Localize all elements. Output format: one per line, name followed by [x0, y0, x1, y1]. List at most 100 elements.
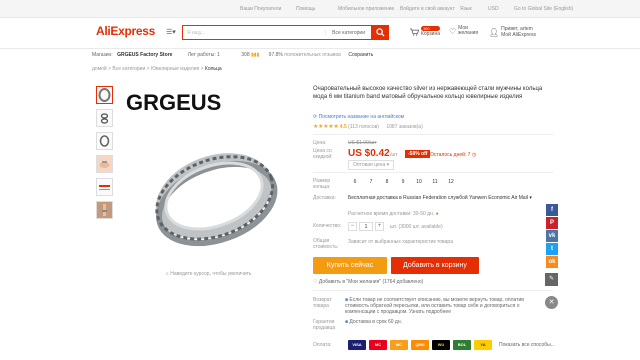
topbar-link[interactable]: Помощь [296, 6, 315, 12]
rating-value: 4.5 [339, 124, 347, 130]
payment-methods: Оплата: VISA MC MC QIWI WU BOL YA Показа… [313, 340, 555, 350]
thumbnail-list [96, 86, 113, 224]
store-name[interactable]: GRGEUS Factory Store [117, 52, 172, 58]
size-selector: 6 7 8 9 10 11 12 [348, 178, 458, 187]
store-feedback-label: положительных отзывов [284, 52, 341, 58]
size-option[interactable]: 11 [428, 178, 442, 187]
search-category-select[interactable]: Все категории [325, 30, 365, 36]
mastercard-icon: MC [369, 340, 387, 350]
yandex-icon: YA [474, 340, 492, 350]
size-option[interactable]: 7 [364, 178, 378, 187]
breadcrumb-item[interactable]: домой [92, 66, 107, 72]
price-label: Цена: [313, 140, 327, 146]
facebook-icon[interactable]: f [546, 204, 558, 216]
breadcrumb-item[interactable]: Кольца [205, 66, 222, 72]
size-option[interactable]: 10 [412, 178, 426, 187]
search-button[interactable] [371, 25, 389, 40]
add-to-wishlist-link[interactable]: ♡ Добавить в "Мои желания" (1764 добавле… [313, 279, 423, 285]
buyer-protection: Возврат товара ■ Если товар не соответст… [313, 297, 533, 334]
thumbnail[interactable] [96, 109, 113, 127]
divider [313, 134, 553, 135]
divider [313, 290, 553, 291]
product-title: Очаровательный высокое качество silver и… [313, 86, 543, 100]
shipping-label: Доставка: [313, 195, 336, 201]
delivery-time: Расчетное время доставки: 30-50 дн. ● [348, 211, 439, 217]
edit-icon[interactable]: ✎ [545, 273, 558, 286]
thumbnail[interactable] [96, 155, 113, 173]
divider [313, 172, 553, 173]
twitter-icon[interactable]: t [546, 243, 558, 255]
pinterest-icon[interactable]: P [546, 217, 558, 229]
wishlist-button[interactable]: ♡ Мои желания [449, 26, 479, 36]
buy-now-button[interactable]: Купить сейчас [313, 257, 387, 274]
thumbnail[interactable] [96, 201, 113, 219]
product-image[interactable]: GRGEUS [122, 86, 302, 266]
cart-label: Корзина [420, 31, 440, 37]
heart-icon: ♡ [449, 26, 457, 36]
discount-badge: -58% off [405, 150, 431, 158]
size-label: Размер кольца: [313, 178, 331, 190]
topbar-link[interactable]: Язык [460, 6, 472, 12]
visa-icon: VISA [348, 340, 366, 350]
current-price: US $0.42 [348, 148, 390, 159]
header-divider [0, 48, 640, 49]
zoom-hint: ⌕ Наведите курсор, чтобы увеличить [166, 271, 252, 277]
size-option[interactable]: 6 [348, 178, 362, 187]
user-icon: 👤︎ [489, 27, 500, 37]
store-feedback: 97.8% [268, 52, 283, 58]
quantity-input[interactable]: 1 [359, 222, 373, 231]
quantity-available: шт. (3000 шт. available) [390, 223, 443, 230]
product-brand-logo: GRGEUS [126, 90, 221, 115]
qiwi-icon: QIWI [411, 340, 429, 350]
breadcrumb-item[interactable]: Ювелирные изделия [151, 66, 199, 72]
translate-link[interactable]: ⟳ Посмотреть название на английском [313, 114, 404, 120]
info-icon: ● [435, 211, 439, 217]
categories-menu-icon[interactable]: ☰▾ [166, 28, 176, 36]
vk-icon[interactable]: vk [546, 230, 558, 242]
protection-row: Возврат товара ■ Если товар не соответст… [313, 297, 533, 315]
payment-label: Оплата: [313, 342, 332, 348]
chevron-down-icon[interactable]: ▾ [529, 195, 532, 201]
search-placeholder: Я ищу... [187, 30, 206, 36]
close-icon[interactable]: ✕ [545, 296, 558, 309]
total-label: Общая стоимость: [313, 238, 339, 250]
old-price: US $1.00/шт [348, 140, 377, 146]
decrease-button[interactable]: − [348, 222, 357, 231]
my-aliexpress-link[interactable]: Мой AliExpress [501, 32, 536, 38]
logo[interactable]: AliExpress [96, 24, 155, 38]
add-to-cart-button[interactable]: Добавить в корзину [391, 257, 479, 274]
truck-icon: ■ [345, 319, 349, 325]
topbar-link[interactable]: Войдите в свой аккаунт [400, 6, 455, 12]
price-unit: /шт [390, 152, 398, 158]
wishlist-label: Мои желания [458, 25, 479, 36]
time-left: Осталось дней: 7 ◷ [430, 152, 477, 158]
thumbnail[interactable] [96, 132, 113, 150]
total-value: Зависит от выбранных характеристик товар… [348, 239, 453, 245]
odnoklassniki-icon[interactable]: ok [546, 256, 558, 268]
user-menu[interactable]: 👤︎ Привет, artem Мой AliExpress [489, 26, 559, 38]
medal-icon: ▮▮▮ [251, 52, 260, 58]
size-option[interactable]: 12 [444, 178, 458, 187]
show-all-payments-link[interactable]: Показать все способы... [499, 342, 555, 348]
breadcrumb-item[interactable]: Все категории [112, 66, 145, 72]
topbar-link[interactable]: USD [488, 6, 499, 12]
top-bar: Ваши Покупатели Помощь Мобильное приложе… [0, 0, 640, 18]
protection-label: Возврат товара [313, 297, 332, 309]
search-input[interactable]: Я ищу... Все категории [182, 25, 372, 40]
size-option[interactable]: 8 [380, 178, 394, 187]
save-store-button[interactable]: Сохранить [348, 52, 373, 58]
cart-button[interactable]: 100 Корзина [410, 26, 440, 37]
topbar-link[interactable]: Мобильное приложение [338, 6, 394, 12]
thumbnail[interactable] [96, 86, 113, 104]
thumbnail[interactable] [96, 178, 113, 196]
protection-text: ■ Доставка в срок 60 дн. [345, 319, 402, 325]
rating-count[interactable]: (113 голосов) [348, 124, 379, 130]
maestro-icon: MC [390, 340, 408, 350]
shipping-info: Бесплатная доставка в Russian Federation… [348, 195, 532, 201]
topbar-link[interactable]: Ваши Покупатели [240, 6, 281, 12]
size-option[interactable]: 9 [396, 178, 410, 187]
increase-button[interactable]: + [375, 222, 384, 231]
bulk-price-button[interactable]: Оптовая цена ▾ [348, 160, 395, 170]
translate-icon: ⟳ [313, 114, 318, 120]
topbar-link[interactable]: Go to Global Site (English) [514, 6, 573, 12]
